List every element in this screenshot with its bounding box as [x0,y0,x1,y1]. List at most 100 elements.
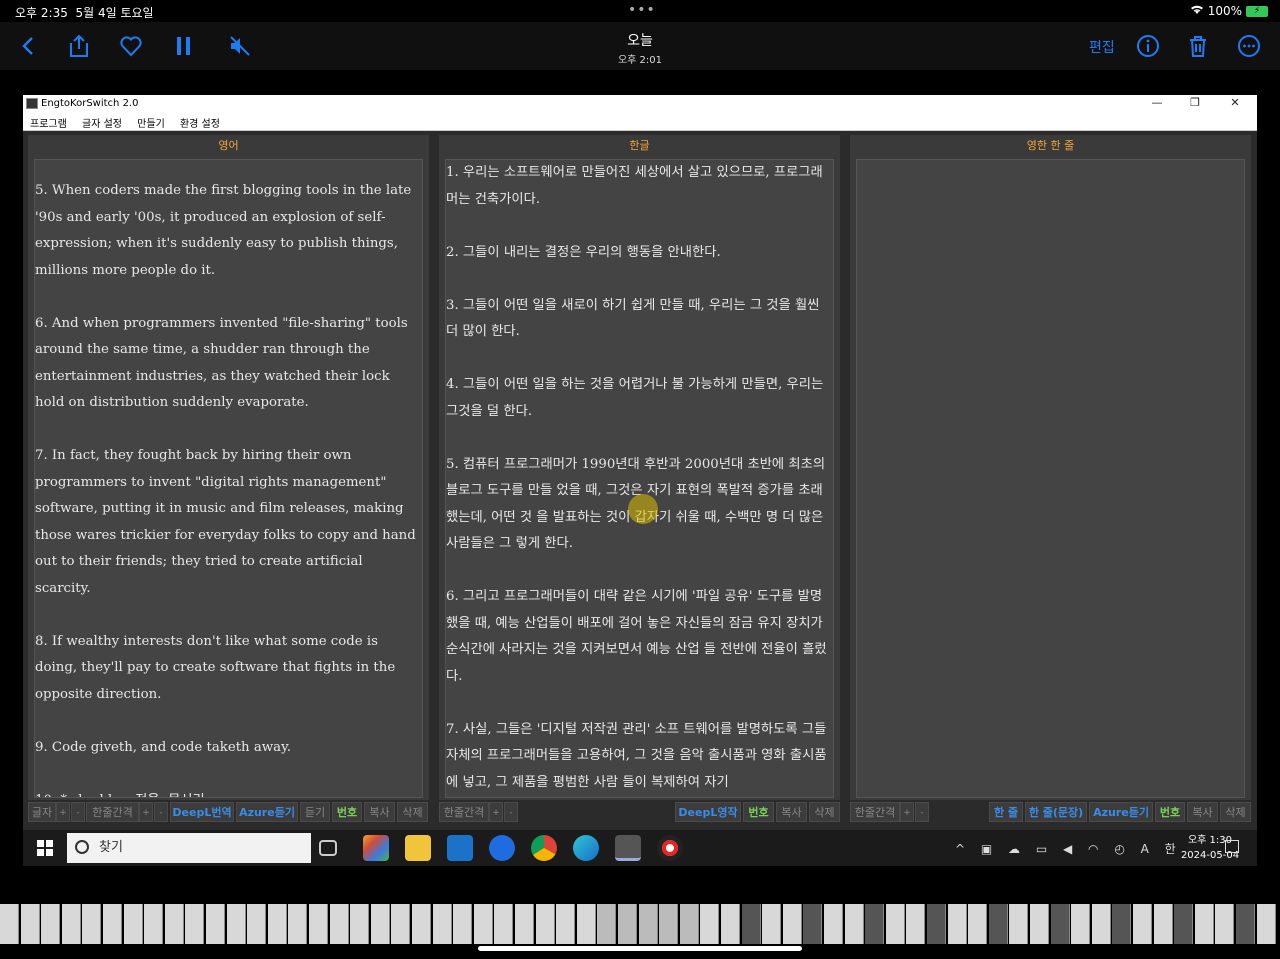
photo-thumbnail[interactable] [803,904,823,944]
info-icon[interactable] [1134,32,1162,60]
trash-icon[interactable] [1184,32,1212,60]
photo-thumbnail[interactable] [824,904,843,944]
english-delete-button[interactable]: 삭제 [397,802,428,822]
notification-icon[interactable] [1225,840,1239,853]
korean-spacing-minus-button[interactable]: - [504,802,518,822]
photo-thumbnail[interactable] [1133,904,1152,944]
photo-thumbnail[interactable] [391,904,411,944]
photo-thumbnail[interactable] [618,904,637,944]
one-line-sentence-button[interactable]: 한 줄(문장) [1025,802,1087,822]
photo-thumbnail[interactable] [453,904,473,944]
single-delete-button[interactable]: 삭제 [1220,802,1251,822]
photo-thumbnail[interactable] [535,904,555,944]
photo-thumbnail[interactable] [164,904,184,944]
english-spacing-minus-button[interactable]: - [154,802,168,822]
single-line-textbox[interactable] [856,159,1245,798]
photo-thumbnail[interactable] [206,904,225,944]
photo-thumbnail[interactable] [659,904,679,944]
photo-thumbnail[interactable] [1236,904,1255,944]
menu-program[interactable]: 프로그램 [30,113,67,130]
photo-thumbnail[interactable] [20,904,40,944]
single-copy-button[interactable]: 복사 [1187,802,1218,822]
back-chevron-icon[interactable] [15,32,43,60]
photo-thumbnail[interactable] [741,904,761,944]
photo-thumbnail[interactable] [144,904,164,944]
photo-thumbnail[interactable] [597,904,617,944]
photo-thumbnail[interactable] [906,904,926,944]
english-azure-listen-button[interactable]: Azure듣기 [236,802,298,822]
photo-thumbnail[interactable] [185,904,205,944]
photo-thumbnail[interactable] [1194,904,1214,944]
photo-thumbnail[interactable] [288,904,308,944]
english-number-button[interactable]: 번호 [332,802,362,822]
restore-icon[interactable]: ❐ [1185,96,1205,109]
close-icon[interactable]: ✕ [1225,96,1245,109]
single-azure-listen-button[interactable]: Azure듣기 [1089,802,1153,822]
deepl-translate-button[interactable]: DeepL번역 [170,802,234,822]
photo-thumbnail[interactable] [494,904,514,944]
english-spacing-plus-button[interactable]: + [139,802,153,822]
photo-thumbnail[interactable] [309,904,328,944]
font-plus-button[interactable]: + [56,802,70,822]
korean-delete-button[interactable]: 삭제 [809,802,840,822]
korean-textbox[interactable]: 1. 우리는 소프트웨어로 만들어진 세상에서 살고 있으므로, 프로그래머는 … [445,159,834,798]
photo-thumbnail[interactable] [968,904,988,944]
chrome-icon[interactable] [531,835,557,861]
menu-create[interactable]: 만들기 [137,113,165,130]
app-blue-icon[interactable] [489,835,515,861]
pause-icon[interactable] [170,32,198,60]
photo-thumbnail[interactable] [576,904,596,944]
photo-thumbnail[interactable] [123,904,143,944]
photo-thumbnail[interactable] [515,904,534,944]
mute-icon[interactable] [226,32,254,60]
korean-number-button[interactable]: 번호 [743,802,774,822]
multitask-dots-icon[interactable]: ••• [628,2,656,18]
photo-thumbnail[interactable] [1030,904,1049,944]
photo-thumbnail[interactable] [370,904,390,944]
ime-mode[interactable]: A [1141,842,1155,856]
english-textbox[interactable]: 5. When coders made the first blogging t… [34,159,423,798]
photo-thumbnail[interactable] [1153,904,1173,944]
photo-thumbnail[interactable] [844,904,864,944]
photo-thumbnail[interactable] [61,904,81,944]
photo-thumbnail[interactable] [762,904,782,944]
photo-thumbnail[interactable] [947,904,967,944]
photo-thumbnail[interactable] [1009,904,1029,944]
photo-thumbnail[interactable] [721,904,740,944]
photo-thumbnail[interactable] [700,904,720,944]
photo-thumbnail[interactable] [247,904,267,944]
single-number-button[interactable]: 번호 [1155,802,1185,822]
photo-thumbnail[interactable] [1174,904,1194,944]
korean-copy-button[interactable]: 복사 [776,802,807,822]
photo-thumbnail[interactable] [226,904,246,944]
photo-thumbnail[interactable] [41,904,61,944]
engtokorswitch-taskbar-icon[interactable] [615,835,641,861]
photo-thumbnail[interactable] [885,904,905,944]
photo-thumbnail[interactable] [350,904,370,944]
file-explorer-icon[interactable] [405,835,431,861]
english-copy-button[interactable]: 복사 [364,802,395,822]
menu-font-settings[interactable]: 글자 설정 [82,113,122,130]
heart-icon[interactable] [117,32,145,60]
photo-thumbnail[interactable] [473,904,493,944]
photo-thumbnail[interactable] [1050,904,1070,944]
more-icon[interactable] [1235,32,1263,60]
korean-spacing-plus-button[interactable]: + [489,802,503,822]
one-line-button[interactable]: 한 줄 [989,802,1023,822]
minimize-icon[interactable]: — [1147,96,1167,109]
mail-icon[interactable] [447,835,473,861]
photo-thumbnail[interactable] [1215,904,1235,944]
photo-thumbnail[interactable] [82,904,102,944]
system-tray-icons[interactable]: ^ ▣ ☁ ▭ ◀ ◠ ◴ A 한 [955,840,1182,857]
windows-start-icon[interactable] [37,840,53,856]
menu-preferences[interactable]: 환경 설정 [180,113,220,130]
photo-thumbnail[interactable] [1256,904,1276,944]
font-minus-button[interactable]: - [71,802,85,822]
photo-thumbnail[interactable] [927,904,946,944]
single-spacing-plus-button[interactable]: + [900,802,914,822]
photo-thumbnail[interactable] [865,904,885,944]
photo-thumbnail[interactable] [556,904,576,944]
photo-thumbnail[interactable] [267,904,287,944]
home-indicator[interactable] [478,946,802,951]
edge-icon[interactable] [573,835,599,861]
